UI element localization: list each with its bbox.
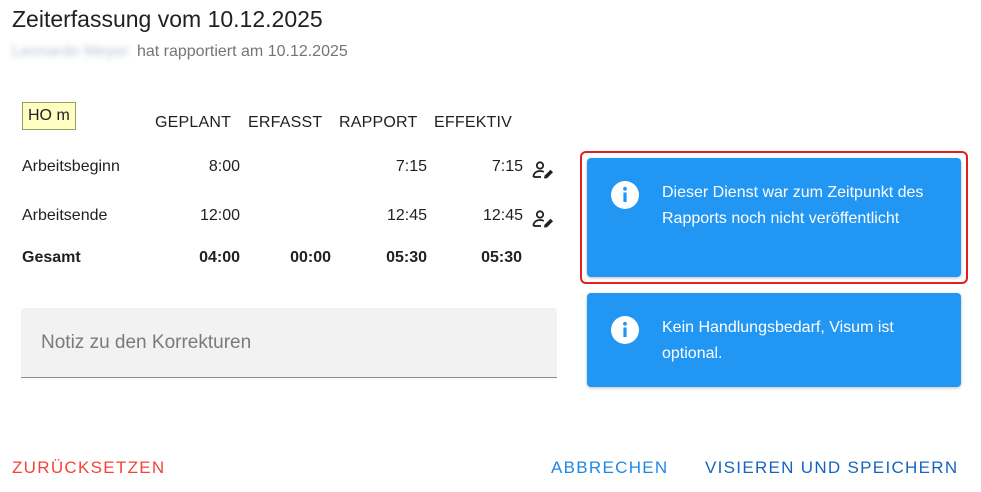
column-header-effektiv: EFFEKTIV — [434, 114, 513, 131]
column-header-geplant: GEPLANT — [155, 114, 232, 131]
approve-and-save-button[interactable]: VISIEREN UND SPEICHERN — [705, 458, 958, 478]
cell-rapport: 7:15 — [395, 158, 427, 175]
total-rapport: 05:30 — [386, 249, 427, 266]
cell-effektiv: 7:15 — [491, 158, 523, 175]
info-icon — [611, 316, 639, 344]
cell-geplant: 12:00 — [199, 207, 240, 224]
row-label-arbeitsbeginn: Arbeitsbeginn — [22, 158, 120, 175]
cell-rapport: 12:45 — [386, 207, 427, 224]
total-effektiv: 05:30 — [481, 249, 522, 266]
row-label-gesamt: Gesamt — [22, 249, 81, 266]
user-edit-icon[interactable] — [531, 207, 555, 231]
note-input[interactable] — [21, 308, 557, 378]
page-title: Zeiterfassung vom 10.12.2025 — [12, 6, 323, 32]
total-erfasst: 00:00 — [290, 249, 331, 266]
report-subtitle: Leonardo Meyer hat rapportiert am 10.12.… — [12, 43, 348, 61]
employee-name: Leonardo Meyer — [12, 43, 129, 60]
cell-geplant: 8:00 — [208, 158, 240, 175]
alert-text: Dieser Dienst war zum Zeitpunkt des Rapp… — [662, 184, 924, 227]
cancel-button[interactable]: ABBRECHEN — [551, 458, 669, 478]
reset-button[interactable]: ZURÜCKSETZEN — [12, 458, 166, 478]
total-geplant: 04:00 — [199, 249, 240, 266]
reported-date-text: hat rapportiert am 10.12.2025 — [136, 43, 348, 60]
alert-no-action-needed: Kein Handlungsbedarf, Visum ist optional… — [587, 293, 961, 387]
user-edit-icon[interactable] — [531, 158, 555, 182]
column-header-erfasst: ERFASST — [248, 114, 323, 131]
column-header-rapport: RAPPORT — [339, 114, 418, 131]
row-label-arbeitsende: Arbeitsende — [22, 207, 108, 224]
cell-effektiv: 12:45 — [482, 207, 523, 224]
alert-unpublished-shift: Dieser Dienst war zum Zeitpunkt des Rapp… — [587, 158, 961, 277]
alert-text: Kein Handlungsbedarf, Visum ist optional… — [662, 319, 894, 362]
info-icon — [611, 181, 639, 209]
shift-badge: HO m — [22, 102, 76, 130]
